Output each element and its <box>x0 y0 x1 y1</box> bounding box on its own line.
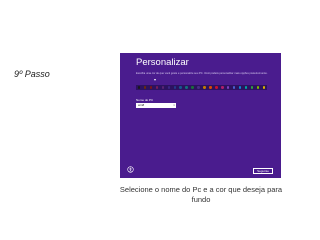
pc-name-input[interactable]: win8 × <box>136 103 176 108</box>
color-swatch-dot <box>233 86 236 89</box>
color-swatch-dot <box>191 86 194 89</box>
color-swatch-dot <box>197 86 200 89</box>
screen-description: Escolha uma cor de que você goste e pers… <box>136 72 268 75</box>
color-swatch-dot <box>215 86 218 89</box>
color-swatch-dot <box>209 86 212 89</box>
color-swatch[interactable] <box>261 85 267 90</box>
color-swatch-dot <box>256 86 260 89</box>
color-swatch-dot <box>262 86 266 89</box>
color-selected-marker <box>154 79 156 81</box>
pc-name-label: Nome do PC <box>136 98 154 102</box>
color-swatch-dot <box>238 86 242 89</box>
color-swatch-bar[interactable] <box>136 85 267 90</box>
ease-of-access-icon[interactable] <box>127 166 134 173</box>
color-swatch-dot <box>244 86 248 89</box>
color-swatch-dot <box>203 86 206 89</box>
next-button[interactable]: Seguinte <box>253 168 273 174</box>
color-swatch-dot <box>161 86 164 89</box>
color-swatch-dot <box>173 86 176 89</box>
color-swatch-dot <box>167 86 170 89</box>
color-swatch-dot <box>155 86 159 89</box>
color-swatch-dot <box>137 86 141 89</box>
screen-title: Personalizar <box>136 57 189 68</box>
step-label: 9º Passo <box>14 69 50 79</box>
color-swatch-dot <box>221 86 224 89</box>
pc-name-value: win8 <box>138 103 145 107</box>
color-swatch-dot <box>179 86 182 89</box>
color-swatch-dot <box>143 86 147 89</box>
slide: 9º Passo Personalizar Escolha uma cor de… <box>0 0 320 240</box>
color-swatch-dot <box>250 86 254 89</box>
slide-caption: Selecione o nome do Pc e a cor que desej… <box>119 185 283 204</box>
color-swatch-dot <box>149 86 153 89</box>
color-swatch-dot <box>185 86 188 89</box>
setup-screen: Personalizar Escolha uma cor de que você… <box>120 53 281 178</box>
color-swatch-dot <box>227 86 230 89</box>
clear-icon[interactable]: × <box>173 103 175 108</box>
